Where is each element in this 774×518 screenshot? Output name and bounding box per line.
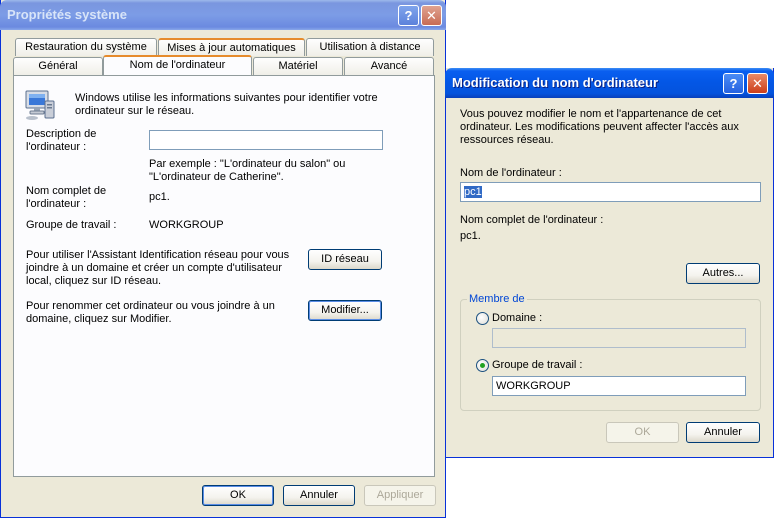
modify-button[interactable]: Modifier... (308, 300, 382, 321)
rename-text-line2: domaine, cliquez sur Modifier. (26, 313, 172, 325)
domain-label: Domaine : (492, 312, 543, 324)
tab-restauration[interactable]: Restauration du système (15, 38, 157, 56)
tab-avance[interactable]: Avancé (344, 57, 434, 75)
description-input[interactable] (149, 130, 383, 150)
close-icon[interactable]: ✕ (421, 5, 442, 26)
rename-cancel-button[interactable]: Annuler (686, 422, 760, 443)
domain-input[interactable] (492, 328, 746, 348)
help-icon[interactable]: ? (398, 5, 419, 26)
computer-name-input[interactable]: pc1 (460, 182, 761, 202)
rename-text-line1: Pour renommer cet ordinateur ou vous joi… (26, 300, 275, 312)
fullname-value: pc1. (149, 191, 170, 203)
rename-dialog-title: Modification du nom d'ordinateur (452, 75, 659, 90)
tab-nom-ordinateur[interactable]: Nom de l'ordinateur (103, 55, 252, 75)
fullname-label-line2: l'ordinateur : (26, 198, 87, 210)
fullname-label-line1: Nom complet de (26, 185, 107, 197)
workgroup-input[interactable]: WORKGROUP (492, 376, 746, 396)
netid-text-line3: local, cliquez sur ID réseau. (26, 275, 162, 287)
full-name-value: pc1. (460, 230, 481, 242)
tab-utilisation-distance[interactable]: Utilisation à distance (306, 38, 434, 56)
full-name-label: Nom complet de l'ordinateur : (460, 214, 604, 226)
netid-text-line2: joindre à un domaine et créer un compte … (26, 262, 282, 274)
tab-general[interactable]: Général (13, 57, 103, 75)
rename-intro-line1: Vous pouvez modifier le nom et l'apparte… (460, 108, 722, 120)
rename-intro-line3: ressources réseau. (460, 134, 554, 146)
rename-ok-button[interactable]: OK (606, 422, 679, 443)
rename-dialog: Modification du nom d'ordinateur ? ✕ Vou… (445, 68, 774, 458)
example-text-line1: Par exemple : "L'ordinateur du salon" ou (149, 158, 346, 170)
description-label-line2: l'ordinateur : (26, 141, 87, 153)
rename-dialog-titlebar[interactable]: Modification du nom d'ordinateur ? ✕ (445, 68, 774, 98)
description-label-line1: Description de (26, 128, 97, 140)
workgroup-label: Groupe de travail : (26, 219, 117, 231)
rename-intro-line2: ordinateur. Les modifications peuvent af… (460, 121, 739, 133)
system-properties-title: Propriétés système (7, 7, 127, 22)
close-icon[interactable]: ✕ (747, 73, 768, 94)
tab-panel: Windows utilise les informations suivant… (13, 75, 435, 477)
apply-button[interactable]: Appliquer (364, 485, 436, 506)
workgroup-radio[interactable] (476, 359, 489, 372)
computer-name-value: pc1 (464, 186, 482, 198)
system-properties-titlebar[interactable]: Propriétés système ? ✕ (0, 0, 446, 30)
member-of-legend: Membre de (467, 293, 527, 305)
workgroup-label: Groupe de travail : (492, 359, 583, 371)
netid-text-line1: Pour utiliser l'Assistant Identification… (26, 249, 290, 261)
more-button[interactable]: Autres... (686, 263, 760, 284)
workgroup-value: WORKGROUP (149, 219, 224, 231)
network-id-button[interactable]: ID réseau (308, 249, 382, 270)
tab-materiel[interactable]: Matériel (253, 57, 343, 75)
computer-icon (23, 88, 57, 122)
system-properties-window: Propriétés système ? ✕ Restauration du s… (0, 0, 446, 518)
intro-text-line2: ordinateur sur le réseau. (75, 105, 195, 117)
domain-radio[interactable] (476, 312, 489, 325)
computer-name-label: Nom de l'ordinateur : (460, 167, 562, 179)
example-text-line2: "L'ordinateur de Catherine". (149, 171, 284, 183)
help-icon[interactable]: ? (723, 73, 744, 94)
intro-text-line1: Windows utilise les informations suivant… (75, 92, 378, 104)
tab-mises-a-jour[interactable]: Mises à jour automatiques (158, 38, 305, 56)
ok-button[interactable]: OK (202, 485, 274, 506)
cancel-button[interactable]: Annuler (283, 485, 355, 506)
